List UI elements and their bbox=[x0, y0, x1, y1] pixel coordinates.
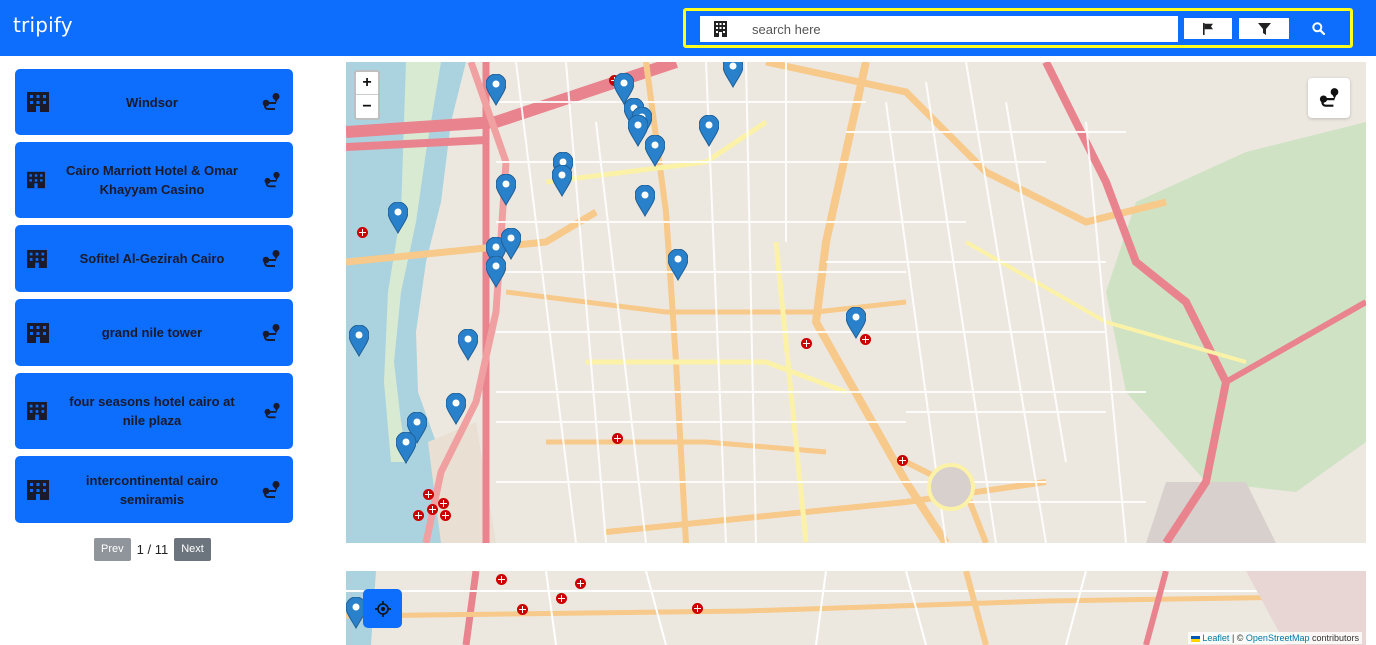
filter-icon bbox=[1257, 22, 1271, 35]
hotel-name: four seasons hotel cairo at nile plaza bbox=[69, 394, 235, 428]
search-input[interactable] bbox=[740, 16, 1178, 42]
hotel-marker[interactable] bbox=[723, 62, 743, 88]
crosshair-icon bbox=[374, 600, 391, 617]
hospital-icon bbox=[413, 510, 424, 521]
hospital-icon bbox=[612, 433, 623, 444]
hospital-icon bbox=[692, 603, 703, 614]
hospital-icon bbox=[575, 578, 586, 589]
hospital-icon bbox=[897, 455, 908, 466]
route-icon[interactable] bbox=[261, 480, 281, 500]
hotel-card[interactable]: four seasons hotel cairo at nile plaza bbox=[15, 373, 293, 449]
next-button[interactable]: Next bbox=[174, 537, 211, 561]
hotel-card[interactable]: Sofitel Al-Gezirah Cairo bbox=[15, 225, 293, 292]
hotel-card[interactable]: intercontinental cairo semiramis bbox=[15, 456, 293, 523]
hospital-icon bbox=[801, 338, 812, 349]
building-icon bbox=[27, 92, 49, 112]
hotel-marker[interactable] bbox=[496, 174, 516, 206]
locate-button[interactable] bbox=[363, 589, 402, 628]
route-icon[interactable] bbox=[263, 171, 281, 189]
zoom-out-button[interactable]: − bbox=[356, 95, 378, 118]
hotel-marker[interactable] bbox=[486, 256, 506, 288]
route-icon[interactable] bbox=[261, 323, 281, 343]
flag-button[interactable] bbox=[1184, 18, 1232, 39]
building-icon bbox=[27, 479, 49, 500]
map-tiles bbox=[346, 62, 1366, 543]
building-icon bbox=[27, 171, 45, 189]
hospital-icon bbox=[357, 227, 368, 238]
route-icon bbox=[1319, 88, 1339, 107]
route-icon[interactable] bbox=[261, 92, 281, 112]
brand-logo[interactable]: tripify bbox=[13, 13, 73, 37]
hotel-marker[interactable] bbox=[668, 249, 688, 281]
hospital-icon bbox=[427, 504, 438, 515]
hotel-name: Windsor bbox=[126, 94, 178, 110]
secondary-map-view[interactable]: Leaflet | © OpenStreetMap contributors bbox=[346, 571, 1366, 645]
hotel-card[interactable]: Windsor bbox=[15, 69, 293, 135]
hotel-marker[interactable] bbox=[446, 393, 466, 425]
prev-button[interactable]: Prev bbox=[94, 537, 131, 561]
hotel-marker[interactable] bbox=[396, 432, 416, 464]
building-icon bbox=[27, 322, 49, 343]
hotel-card[interactable]: Cairo Marriott Hotel & Omar Khayyam Casi… bbox=[15, 142, 293, 218]
hotel-marker[interactable] bbox=[458, 329, 478, 361]
search-icon bbox=[1312, 22, 1325, 35]
hospital-icon bbox=[423, 489, 434, 500]
route-icon[interactable] bbox=[261, 249, 281, 269]
route-icon[interactable] bbox=[263, 402, 281, 420]
hotel-marker[interactable] bbox=[388, 202, 408, 234]
attribution-suffix: contributors bbox=[1309, 633, 1359, 643]
route-button[interactable] bbox=[1308, 78, 1350, 118]
search-button[interactable] bbox=[1297, 18, 1340, 39]
hotel-marker[interactable] bbox=[699, 115, 719, 147]
hotel-name: Sofitel Al-Gezirah Cairo bbox=[79, 251, 225, 266]
hotel-name: grand nile tower bbox=[101, 325, 203, 340]
hotel-name: intercontinental cairo semiramis bbox=[85, 472, 219, 507]
ukraine-flag-icon bbox=[1190, 635, 1200, 642]
flag-icon bbox=[1203, 22, 1213, 35]
hotel-marker[interactable] bbox=[635, 185, 655, 217]
pagination: Prev 1 / 11 Next bbox=[94, 537, 211, 561]
search-bar bbox=[683, 8, 1353, 48]
hotel-marker[interactable] bbox=[349, 325, 369, 357]
osm-link[interactable]: OpenStreetMap bbox=[1246, 633, 1310, 643]
top-navbar: tripify bbox=[0, 0, 1376, 56]
hotel-marker[interactable] bbox=[645, 135, 665, 167]
hospital-icon bbox=[438, 498, 449, 509]
hospital-icon bbox=[517, 604, 528, 615]
hotel-marker[interactable] bbox=[846, 307, 866, 339]
hospital-icon bbox=[496, 574, 507, 585]
filter-button[interactable] bbox=[1239, 18, 1289, 39]
zoom-in-button[interactable]: + bbox=[356, 72, 378, 95]
hotel-marker[interactable] bbox=[552, 165, 572, 197]
zoom-control: + − bbox=[354, 70, 380, 120]
building-icon bbox=[700, 16, 740, 42]
map-view[interactable]: + − bbox=[346, 62, 1366, 543]
hotel-card[interactable]: grand nile tower bbox=[15, 299, 293, 366]
hotel-name: Cairo Marriott Hotel & Omar Khayyam Casi… bbox=[66, 163, 238, 197]
building-icon bbox=[27, 249, 47, 268]
hospital-icon bbox=[440, 510, 451, 521]
map-attribution: Leaflet | © OpenStreetMap contributors bbox=[1187, 632, 1362, 644]
attribution-separator: | © bbox=[1229, 633, 1246, 643]
leaflet-link[interactable]: Leaflet bbox=[1202, 633, 1229, 643]
page-indicator: 1 / 11 bbox=[136, 541, 169, 557]
hotel-marker[interactable] bbox=[486, 74, 506, 106]
building-icon bbox=[27, 402, 47, 420]
hospital-icon bbox=[556, 593, 567, 604]
